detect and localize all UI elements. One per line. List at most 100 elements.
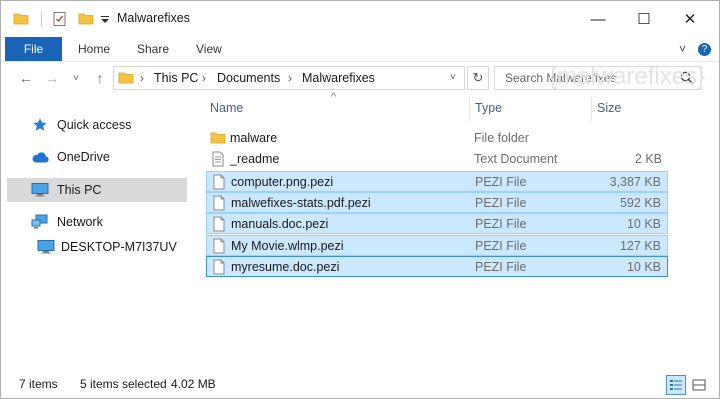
help-icon: ? [698,42,711,56]
file-size: 10 KB [626,217,661,231]
help-button[interactable]: ? [698,37,711,61]
breadcrumb-separator: › [202,71,206,85]
breadcrumb-separator: › [140,71,144,85]
explorer-window: Malwarefixes — ☐ ✕ File Home Share View … [0,0,720,399]
window-title: Malwarefixes [117,11,190,25]
file-name: computer.png.pezi [231,175,334,189]
file-name: malware [230,131,278,145]
folder-icon[interactable] [13,11,29,27]
file-row-manuals-doc-pezi[interactable]: manuals.doc.pezi PEZI File 10 KB [206,213,668,234]
tab-share[interactable]: Share [137,37,169,61]
status-bar: 7 items 5 items selected 4.02 MB [1,373,719,397]
nav-item-onedrive[interactable]: OneDrive [7,145,187,169]
file-row-myresume-doc-pezi[interactable]: myresume.doc.pezi PEZI File 10 KB [206,256,668,277]
file-size: 10 KB [626,260,661,274]
refresh-icon: ↻ [472,70,484,85]
column-header-size[interactable]: Size [597,101,621,121]
tab-view[interactable]: View [196,37,222,61]
breadcrumb-malwarefixes[interactable]: Malwarefixes [302,71,375,85]
nav-item-label: DESKTOP-M7I37UV [61,240,177,254]
file-row-malware[interactable]: malware File folder [206,128,668,149]
file-size: 2 KB [634,152,662,166]
details-view-icon [670,380,682,390]
expand-ribbon-button[interactable]: ˅ [679,37,686,61]
close-button[interactable]: ✕ [667,1,713,37]
nav-item-network[interactable]: Network [7,210,187,234]
file-type: Text Document [474,152,558,166]
chevron-down-icon: ˅ [73,72,79,84]
close-icon: ✕ [683,11,697,28]
maximize-button[interactable]: ☐ [621,1,667,37]
back-button[interactable]: ← [17,68,35,88]
recent-locations-button[interactable]: ˅ [67,68,85,88]
column-divider[interactable] [469,97,470,121]
computer-icon [31,181,49,199]
file-type: PEZI File [475,196,527,210]
minimize-icon: — [590,10,606,28]
file-row-malwefixes-stats-pdf-pezi[interactable]: malwefixes-stats.pdf.pezi PEZI File 592 … [206,192,668,213]
watermark-logo: {malwarefixes} [549,63,706,90]
folder-icon [118,72,134,84]
title-bar: Malwarefixes — ☐ ✕ [1,1,719,37]
file-icon [213,174,225,190]
details-view-button[interactable] [666,375,686,395]
file-name: My Movie.wlmp.pezi [231,239,344,253]
file-type: PEZI File [475,239,527,253]
star-icon [31,116,49,134]
address-bar[interactable]: › This PC › Documents › Malwarefixes ˅ [113,66,465,90]
arrow-right-icon: → [45,70,59,86]
nav-item-quick-access[interactable]: Quick access [7,113,187,137]
quick-access-toolbar [13,9,110,29]
up-button[interactable]: ↑ [91,68,109,88]
column-divider[interactable] [591,97,592,121]
nav-item-this-pc[interactable]: This PC [7,178,187,202]
large-icons-view-icon [692,379,706,391]
ribbon: File Home Share View ˅ ? [1,37,719,62]
file-icon [213,195,225,211]
properties-icon[interactable] [52,11,68,27]
nav-item-label: OneDrive [57,150,110,164]
customize-toolbar-icon[interactable] [100,11,110,27]
large-icons-view-button[interactable] [689,375,709,395]
tab-file[interactable]: File [5,37,62,61]
desktop-computer-icon [37,238,55,256]
refresh-button[interactable]: ↻ [467,66,489,90]
folder-icon [210,132,226,144]
file-type: PEZI File [475,175,527,189]
navigation-pane: Quick access OneDrive This PC Network DE… [1,94,197,364]
file-size: 592 KB [619,196,661,210]
file-icon [213,259,225,275]
file-icon [213,238,225,254]
network-icon [31,213,49,231]
file-row-my-movie-wlmp-pezi[interactable]: My Movie.wlmp.pezi PEZI File 127 KB [206,235,668,256]
file-type: File folder [474,131,529,145]
sort-indicator: ^ [331,91,337,103]
item-count: 7 items [19,377,58,391]
forward-button[interactable]: → [43,68,61,88]
column-header-name[interactable]: Name [210,101,243,121]
new-folder-icon[interactable] [78,11,94,27]
selection-count: 5 items selected [80,377,167,391]
address-dropdown-button[interactable]: ˅ [450,72,456,83]
cloud-icon [31,148,49,166]
file-icon [213,216,225,232]
nav-item-label: Quick access [57,118,132,132]
file-type: PEZI File [475,260,527,274]
column-header-type[interactable]: Type [475,101,502,121]
file-row-readme[interactable]: _readme Text Document 2 KB [206,149,668,170]
file-size: 3,387 KB [609,175,661,189]
maximize-icon: ☐ [637,11,651,28]
file-name: manuals.doc.pezi [231,217,329,231]
breadcrumb-this-pc[interactable]: This PC [154,71,198,85]
nav-item-label: Network [57,215,103,229]
minimize-button[interactable]: — [575,1,621,37]
file-name: malwefixes-stats.pdf.pezi [231,196,371,210]
tab-home[interactable]: Home [78,37,110,61]
nav-item-desktop-m7i37uv[interactable]: DESKTOP-M7I37UV [7,235,187,259]
file-row-computer-png-pezi[interactable]: computer.png.pezi PEZI File 3,387 KB [206,171,668,192]
breadcrumb-documents[interactable]: Documents [217,71,280,85]
arrow-left-icon: ← [19,70,33,86]
nav-item-label: This PC [57,183,102,197]
chevron-down-icon: ˅ [679,42,687,56]
file-size: 127 KB [619,239,661,253]
